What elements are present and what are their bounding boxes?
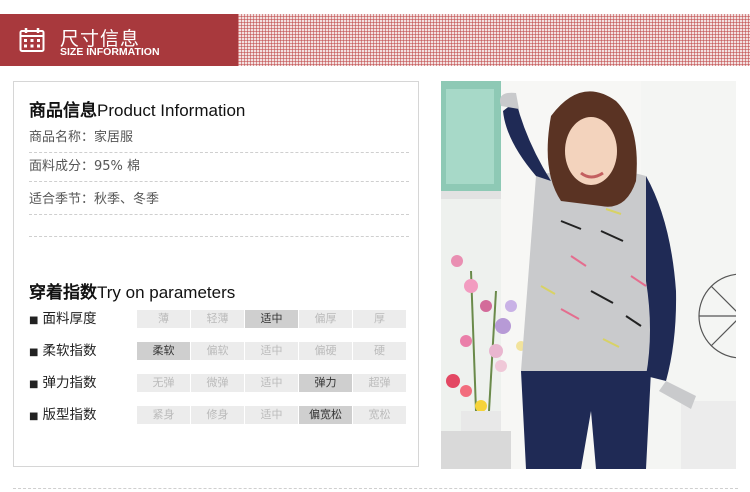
calendar-icon	[19, 28, 45, 52]
param-option: 无弹	[137, 374, 190, 392]
product-title-cn: 商品信息	[29, 101, 97, 121]
product-title-en: Product Information	[97, 101, 246, 120]
info-row-season: 适合季节：秋季、冬季	[29, 182, 409, 215]
bullet-icon: ■	[29, 347, 39, 358]
product-info-title: 商品信息Product Information	[29, 96, 245, 121]
params-title-en: Try on parameters	[97, 283, 236, 302]
info-row-material: 面料成分：95% 棉	[29, 153, 409, 182]
param-label: ■ 弹力指数	[29, 373, 124, 395]
param-option-selected: 偏宽松	[299, 406, 352, 424]
bullet-icon: ■	[29, 379, 39, 390]
param-option: 适中	[245, 374, 298, 392]
param-option: 适中	[245, 406, 298, 424]
bullet-icon: ■	[29, 315, 39, 326]
param-options: 无弹 微弹 适中 弹力 超弹	[137, 374, 409, 392]
param-label-text: 版型指数	[42, 407, 97, 423]
param-option-selected: 柔软	[137, 342, 190, 360]
header-title-block: 尺寸信息 SIZE INFORMATION	[0, 14, 238, 66]
param-option: 偏厚	[299, 310, 352, 328]
param-label: ■ 版型指数	[29, 405, 124, 427]
param-option: 厚	[353, 310, 406, 328]
param-option: 硬	[353, 342, 406, 360]
divider	[29, 236, 409, 237]
product-info-box: 商品信息Product Information 商品名称：家居服 面料成分：95…	[13, 81, 419, 467]
param-label: ■ 面料厚度	[29, 309, 124, 331]
bottom-divider	[13, 488, 738, 489]
param-options: 紧身 修身 适中 偏宽松 宽松	[137, 406, 409, 424]
param-option: 适中	[245, 342, 298, 360]
param-option-selected: 适中	[245, 310, 298, 328]
param-option: 宽松	[353, 406, 406, 424]
header-pattern	[238, 14, 750, 66]
param-option: 薄	[137, 310, 190, 328]
product-photo	[441, 81, 736, 469]
param-option: 超弹	[353, 374, 406, 392]
param-option: 偏硬	[299, 342, 352, 360]
param-label: ■ 柔软指数	[29, 341, 124, 363]
params-title: 穿着指数Try on parameters	[29, 278, 235, 303]
header-title-en: SIZE INFORMATION	[60, 46, 160, 58]
model-photo-image	[441, 81, 736, 469]
param-label-text: 面料厚度	[42, 311, 97, 327]
param-label-text: 弹力指数	[42, 375, 97, 391]
size-info-header: 尺寸信息 SIZE INFORMATION	[0, 14, 750, 66]
param-option: 紧身	[137, 406, 190, 424]
param-option: 轻薄	[191, 310, 244, 328]
param-option-selected: 弹力	[299, 374, 352, 392]
param-options: 薄轻薄 适中 偏厚厚	[137, 310, 409, 328]
params-title-cn: 穿着指数	[29, 283, 97, 303]
param-options: 柔软 偏软 适中 偏硬硬	[137, 342, 409, 360]
bullet-icon: ■	[29, 411, 39, 422]
info-row-name: 商品名称：家居服	[29, 124, 409, 153]
param-option: 修身	[191, 406, 244, 424]
param-label-text: 柔软指数	[42, 343, 97, 359]
param-option: 微弹	[191, 374, 244, 392]
param-option: 偏软	[191, 342, 244, 360]
